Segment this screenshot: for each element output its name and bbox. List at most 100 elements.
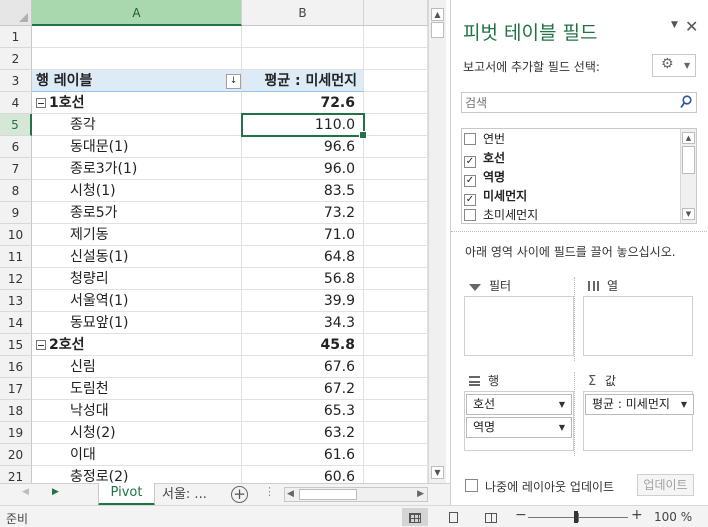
pivot-item-label[interactable]: 이대 [32,444,242,466]
zoom-out-button[interactable]: − [515,507,527,523]
pivot-item-label[interactable]: 동대문(1) [32,136,242,158]
zoom-slider-knob[interactable] [574,511,578,523]
prev-sheet-arrow-icon[interactable]: ◀ [22,487,29,497]
pane-menu-icon[interactable]: ▼ [671,20,678,30]
field-item[interactable]: ✓ 역명 [464,168,505,187]
cell-c[interactable] [364,70,428,92]
pivot-item-value[interactable]: 63.2 [242,422,364,444]
row-header[interactable]: 9 [0,202,32,224]
cell-c[interactable] [364,334,428,356]
column-header-a[interactable]: A [32,0,242,26]
cell-c[interactable] [364,114,428,136]
spreadsheet-grid[interactable]: A B 123행 레이블 평균 : 미세먼지 4 1호선 72.6 5 종각 110.0 6 동대… [0,0,450,488]
cell-a[interactable] [32,48,242,70]
row-header[interactable]: 1 [0,26,32,48]
checkbox-checked-icon[interactable]: ✓ [464,156,476,168]
columns-drop-area[interactable] [583,296,693,356]
pivot-item-value[interactable]: 39.9 [242,290,364,312]
cell-a[interactable] [32,26,242,48]
pivot-item-value[interactable]: 65.3 [242,400,364,422]
pivot-item-value[interactable]: 71.0 [242,224,364,246]
row-header[interactable]: 20 [0,444,32,466]
search-icon[interactable] [680,95,692,109]
cell-c[interactable] [364,48,428,70]
page-break-view-button[interactable] [478,508,504,526]
pivot-item-value[interactable]: 73.2 [242,202,364,224]
cell-c[interactable] [364,400,428,422]
row-header[interactable]: 19 [0,422,32,444]
row-header[interactable]: 5 [0,114,32,136]
row-header[interactable]: 16 [0,356,32,378]
vertical-scrollbar[interactable]: ▲ ▼ [428,0,446,483]
row-field-hoseon-dropdown[interactable]: 호선 ▼ [466,394,572,415]
pivot-item-label[interactable]: 낙성대 [32,400,242,422]
cell-c[interactable] [364,26,428,48]
row-header[interactable]: 3 [0,70,32,92]
cell-c[interactable] [364,246,428,268]
pivot-item-label[interactable]: 서울역(1) [32,290,242,312]
row-header[interactable]: 6 [0,136,32,158]
pivot-item-label[interactable]: 제기동 [32,224,242,246]
pane-divider[interactable] [451,231,708,235]
row-header[interactable]: 17 [0,378,32,400]
checkbox-empty-icon[interactable] [464,209,476,221]
row-label-filter-button[interactable]: ↓ [226,74,241,89]
value-field-dropdown[interactable]: 평균 : 미세먼지 ▼ [585,394,694,415]
pivot-row-label-header[interactable]: 행 레이블 [32,70,242,92]
pivot-group-value[interactable]: 72.6 [242,92,364,114]
add-sheet-button[interactable]: + [231,486,248,503]
row-field-station-dropdown[interactable]: 역명 ▼ [466,417,572,438]
cell-c[interactable] [364,312,428,334]
collapse-toggle-icon[interactable] [36,98,46,108]
cell-c[interactable] [364,290,428,312]
row-header[interactable]: 14 [0,312,32,334]
field-search-input[interactable] [462,93,662,112]
tab-splitter-handle[interactable]: ⋮ [264,485,275,498]
pivot-item-value[interactable]: 96.6 [242,136,364,158]
cell-c[interactable] [364,202,428,224]
column-header-c[interactable] [364,0,428,26]
cell-c[interactable] [364,444,428,466]
filters-drop-area[interactable] [464,296,574,356]
cell-c[interactable] [364,92,428,114]
cell-c[interactable] [364,422,428,444]
pivot-item-label[interactable]: 종각 [32,114,242,136]
pivot-item-label[interactable]: 종로3가(1) [32,158,242,180]
pivot-item-label[interactable]: 동묘앞(1) [32,312,242,334]
pivot-item-label[interactable]: 도림천 [32,378,242,400]
row-header[interactable]: 13 [0,290,32,312]
scroll-up-arrow-icon[interactable]: ▲ [431,8,444,21]
cell-c[interactable] [364,158,428,180]
pane-close-icon[interactable]: ✕ [685,17,698,36]
field-list-scroll-up-icon[interactable]: ▲ [682,132,695,144]
checkbox-checked-icon[interactable]: ✓ [464,194,476,206]
row-header[interactable]: 8 [0,180,32,202]
row-header[interactable]: 18 [0,400,32,422]
field-item[interactable]: ✓ 호선 [464,149,505,168]
normal-view-button[interactable] [402,508,428,526]
pivot-item-value[interactable]: 96.0 [242,158,364,180]
cell-b[interactable] [242,48,364,70]
field-item[interactable]: 초미세먼지 [464,206,538,223]
row-header[interactable]: 11 [0,246,32,268]
pivot-item-label[interactable]: 종로5가 [32,202,242,224]
pivot-item-value[interactable]: 61.6 [242,444,364,466]
row-header[interactable]: 7 [0,158,32,180]
pivot-item-label[interactable]: 시청(1) [32,180,242,202]
pivot-group-value[interactable]: 45.8 [242,334,364,356]
cell-c[interactable] [364,136,428,158]
checkbox-checked-icon[interactable]: ✓ [464,175,476,187]
cell-c[interactable] [364,268,428,290]
pivot-item-value[interactable]: 56.8 [242,268,364,290]
collapse-toggle-icon[interactable] [36,340,46,350]
pivot-value-header[interactable]: 평균 : 미세먼지 [242,70,364,92]
cell-b[interactable] [242,26,364,48]
update-button[interactable]: 업데이트 [637,474,694,496]
pivot-item-label[interactable]: 신림 [32,356,242,378]
field-list-scrollbar[interactable]: ▲ ▼ [680,129,696,223]
horizontal-scroll-thumb[interactable] [299,489,357,500]
pivot-item-value[interactable]: 34.3 [242,312,364,334]
field-list-scroll-thumb[interactable] [682,146,695,174]
column-header-b[interactable]: B [242,0,364,26]
horizontal-scrollbar[interactable]: ◀ ▶ [284,487,428,502]
